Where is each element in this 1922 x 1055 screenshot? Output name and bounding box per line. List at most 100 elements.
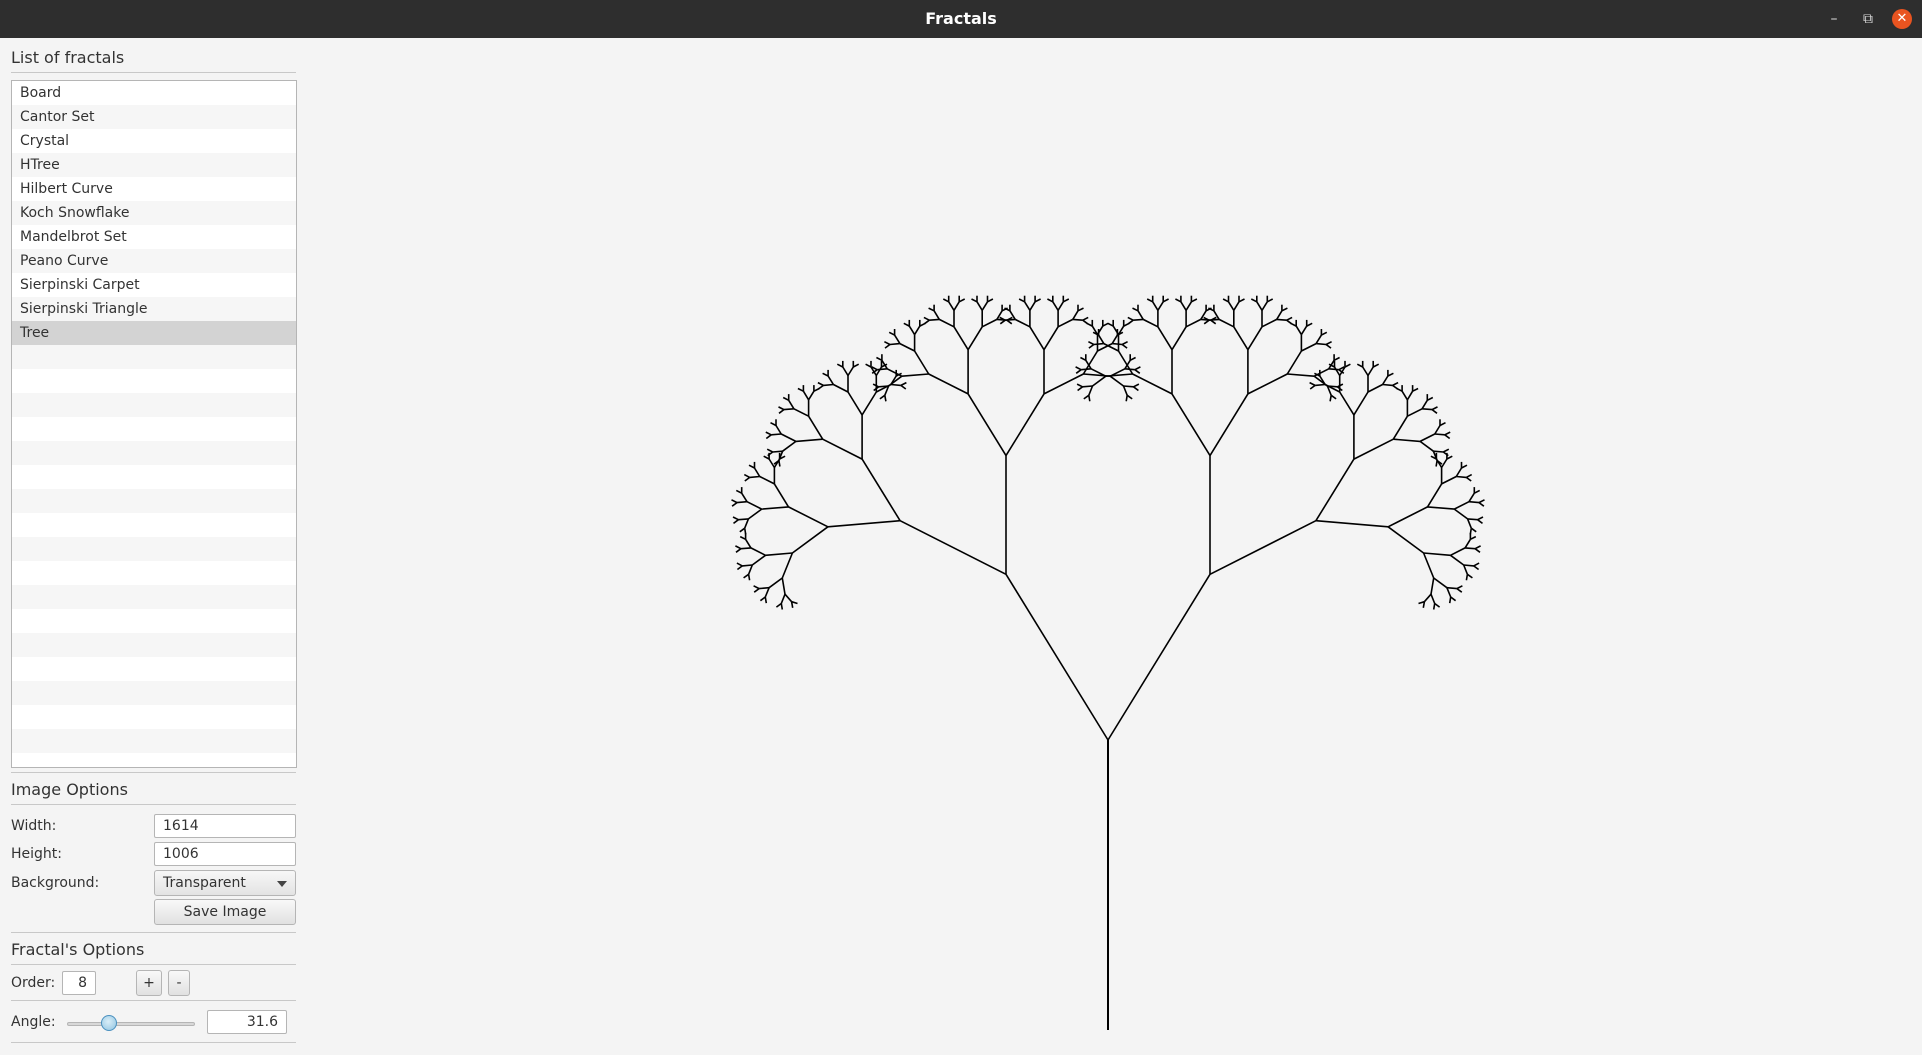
width-field[interactable] — [154, 814, 296, 838]
tree-branch — [744, 476, 751, 482]
tree-branch — [746, 500, 763, 510]
list-item-crystal[interactable]: Crystal — [12, 129, 296, 153]
tree-branch — [778, 460, 781, 467]
list-item-hilbert-curve[interactable]: Hilbert Curve — [12, 177, 296, 201]
tree-branch — [1356, 363, 1364, 368]
tree-branch — [1473, 565, 1480, 571]
tree-branch — [1423, 552, 1451, 557]
tree-branch — [948, 301, 955, 311]
tree-branch — [1477, 519, 1483, 525]
tree-branch — [1466, 518, 1473, 529]
tree-branch — [1430, 593, 1436, 604]
divider — [11, 804, 296, 805]
tree-branch — [1442, 448, 1450, 453]
maximize-icon[interactable]: ⧉ — [1858, 9, 1878, 29]
tree-branch — [817, 384, 824, 390]
divider — [11, 932, 296, 933]
tree-branch — [747, 564, 754, 575]
minimize-icon[interactable]: – — [1824, 9, 1844, 29]
tree-branch — [1276, 318, 1287, 321]
tree-branch — [1407, 408, 1423, 417]
tree-branch — [1367, 366, 1374, 376]
tree-branch — [865, 363, 872, 368]
tree-branch — [1392, 415, 1409, 440]
tree-branch — [1137, 310, 1144, 320]
angle-field[interactable] — [207, 1010, 287, 1034]
list-item-koch-snowflake[interactable]: Koch Snowflake — [12, 201, 296, 225]
tree-branch — [1444, 434, 1451, 440]
tree-branch — [751, 554, 766, 566]
tree-branch — [1344, 363, 1351, 368]
list-item-tree[interactable]: Tree — [12, 321, 296, 345]
tree-branch — [1367, 383, 1383, 393]
tree-branch — [933, 310, 940, 320]
tree-branch — [999, 319, 1006, 325]
tree-branch — [1133, 386, 1139, 392]
tree-branch — [1439, 421, 1446, 427]
list-item-mandelbrot-set[interactable]: Mandelbrot Set — [12, 225, 296, 249]
tree-branch — [953, 301, 960, 311]
tree-branch — [1005, 393, 1045, 457]
tree-branch — [753, 585, 760, 590]
order-increment-button[interactable]: + — [136, 970, 162, 996]
tree-branch — [1029, 301, 1036, 311]
tree-branch — [791, 526, 829, 554]
tree-branch — [1309, 381, 1316, 387]
tree-branch — [861, 391, 877, 416]
tree-branch — [768, 577, 783, 589]
tree-branch — [913, 350, 930, 375]
tree-branch — [1281, 307, 1288, 312]
tree-branch — [1256, 301, 1263, 311]
fractal-list[interactable]: Board Cantor Set Crystal HTree Hilbert C… — [11, 80, 297, 768]
list-item-peano-curve[interactable]: Peano Curve — [12, 249, 296, 273]
tree-branch — [739, 527, 746, 533]
list-item-cantor-set[interactable]: Cantor Set — [12, 105, 296, 129]
background-select[interactable]: Transparent — [154, 870, 296, 896]
save-image-button[interactable]: Save Image — [154, 899, 296, 925]
tree-branch — [938, 318, 955, 328]
tree-branch — [827, 375, 835, 385]
tree-branch — [1453, 508, 1469, 520]
tree-branch — [782, 440, 797, 452]
tree-branch — [780, 593, 786, 604]
angle-slider-track[interactable] — [67, 1022, 195, 1026]
list-item-sierpinski-triangle[interactable]: Sierpinski Triangle — [12, 297, 296, 321]
tree-branch — [1057, 318, 1074, 328]
tree-branch — [1134, 366, 1141, 371]
tree-branch — [1333, 356, 1340, 362]
tree-branch — [1247, 373, 1288, 395]
tree-branch — [1467, 518, 1478, 521]
tree-branch — [1426, 396, 1434, 402]
tree-branch — [1406, 390, 1414, 401]
list-empty-row — [12, 489, 296, 513]
order-field[interactable] — [62, 971, 96, 995]
tree-branch — [1433, 577, 1448, 589]
list-empty-row — [12, 537, 296, 561]
order-decrement-button[interactable]: - — [168, 970, 190, 996]
angle-slider-thumb[interactable] — [101, 1015, 118, 1031]
tree-branch — [1072, 318, 1083, 321]
tree-branch — [1072, 310, 1079, 320]
width-label: Width: — [11, 818, 57, 834]
tree-branch — [1448, 596, 1452, 604]
tree-branch — [744, 538, 752, 549]
tree-branch — [765, 552, 793, 557]
order-label: Order: — [11, 975, 56, 991]
tree-branch — [1077, 386, 1083, 392]
tree-branch — [1180, 301, 1187, 311]
list-item-sierpinski-carpet[interactable]: Sierpinski Carpet — [12, 273, 296, 297]
tree-branch — [807, 415, 824, 440]
list-item-htree[interactable]: HTree — [12, 153, 296, 177]
height-field[interactable] — [154, 842, 296, 866]
tree-branch — [1222, 298, 1229, 303]
tree-branch — [1171, 326, 1187, 351]
tree-branch — [764, 596, 768, 604]
tree-branch — [823, 383, 834, 387]
close-icon[interactable]: ✕ — [1892, 9, 1912, 29]
tree-branch — [743, 473, 751, 479]
tree-branch — [1093, 342, 1104, 346]
list-item-board[interactable]: Board — [12, 81, 296, 105]
tree-branch — [976, 301, 983, 311]
tree-branch — [1290, 322, 1297, 327]
tree-branch — [775, 425, 782, 435]
